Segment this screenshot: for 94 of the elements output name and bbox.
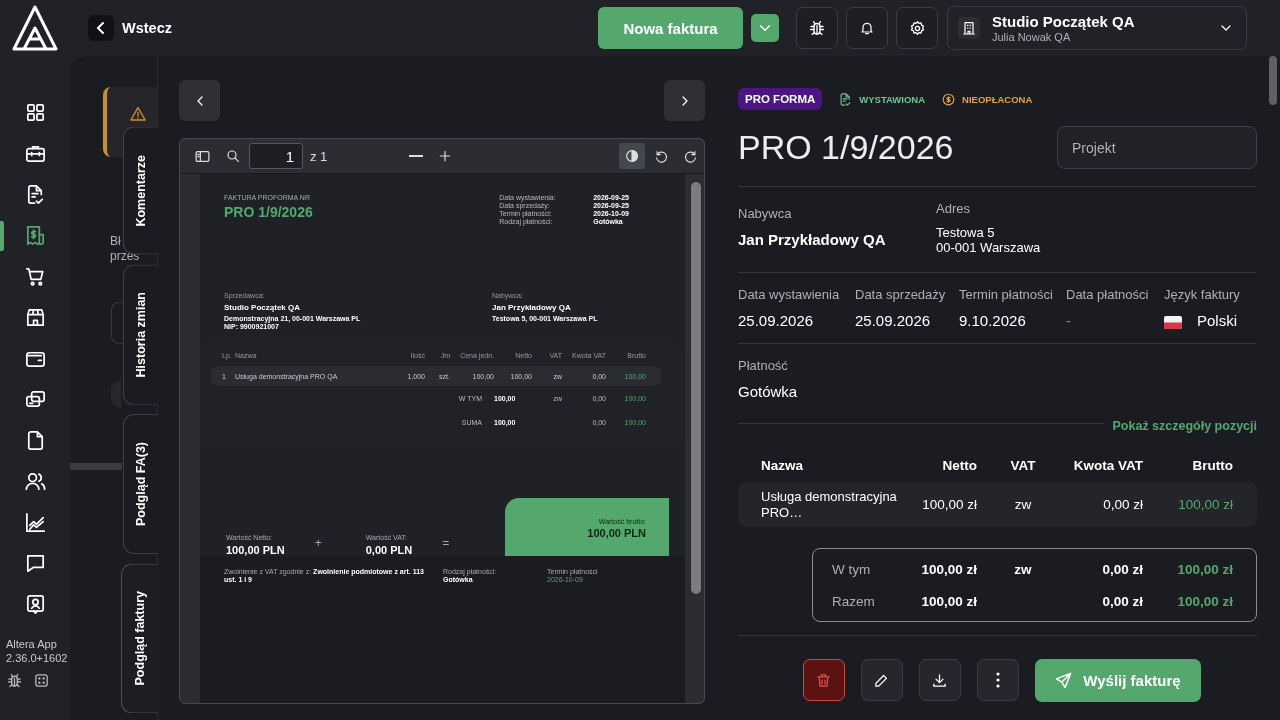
- trash-icon: [815, 671, 832, 689]
- table-cell-text: Usługa demonstracyjna PRO…: [761, 488, 898, 521]
- table-cell-text: 100,00 zł: [1177, 497, 1233, 512]
- total-value: 100,00 PLN: [226, 544, 285, 556]
- app-name: Altera App: [6, 637, 58, 651]
- download-icon: [931, 671, 948, 689]
- column-header: Nazwa: [761, 457, 805, 473]
- bug-icon: [808, 19, 826, 37]
- column-header: Brutto: [1191, 457, 1233, 473]
- rotate-right-button[interactable]: [683, 148, 698, 164]
- buyer-name: Jan Przykładowy QA: [738, 231, 887, 248]
- download-button[interactable]: [918, 659, 961, 701]
- table-cell-text: 100,00 zł: [920, 593, 977, 609]
- invoice-number: PRO 1/9/2026: [738, 128, 954, 167]
- field-label: Nabywca: [738, 206, 793, 221]
- logo-icon: [12, 5, 58, 51]
- summary-label: Razem: [832, 593, 876, 609]
- field-label: Adres: [936, 201, 971, 216]
- party-name: Studio Początek QA: [224, 303, 301, 312]
- field-value: Polski: [1197, 312, 1237, 329]
- field-label: Płatność: [738, 358, 789, 373]
- company-selector[interactable]: Studio Początek QA Julia Nowak QA: [947, 6, 1247, 50]
- field-value: 25.09.2026: [855, 312, 932, 329]
- settings-icon: [908, 19, 926, 37]
- table-cell-text: 0,00 zł: [1102, 497, 1143, 512]
- field-label: Data wystawienia: [738, 287, 841, 302]
- flag-icon: [1164, 315, 1182, 329]
- dice-icon: [33, 672, 50, 689]
- status-label: WYSTAWIONA: [859, 93, 926, 105]
- bug-icon: [6, 672, 23, 689]
- status-label: NIEOPŁACONA: [962, 93, 1033, 105]
- side-tab[interactable]: Podgląd FA(3): [123, 414, 158, 554]
- notifications-button[interactable]: [846, 7, 888, 49]
- bell-icon: [859, 20, 875, 36]
- send-icon: [1054, 671, 1074, 690]
- buyer-address: Testowa 5 00-001 Warszawa: [936, 225, 1042, 255]
- field-label: Język faktury: [1164, 287, 1241, 302]
- search-button[interactable]: [225, 148, 241, 164]
- column-header: Netto: [941, 457, 977, 473]
- warning-icon: [129, 105, 147, 123]
- building-icon: [961, 20, 977, 36]
- plus-sign: +: [314, 536, 322, 550]
- party-name: Jan Przykładowy QA: [492, 303, 572, 312]
- dropdown-button[interactable]: [751, 14, 779, 42]
- table-cell-text: 0,00 zł: [1101, 561, 1143, 577]
- total-value: 0,00 PLN: [365, 544, 413, 556]
- table-cell-text: zw: [1013, 497, 1033, 512]
- contrast-button[interactable]: [619, 143, 645, 169]
- search-icon: [225, 148, 241, 164]
- bug-button[interactable]: [796, 7, 838, 49]
- page-number-field[interactable]: 1: [249, 143, 303, 169]
- settings-button[interactable]: [896, 7, 938, 49]
- details-link[interactable]: Pokaż szczegóły pozycji: [1112, 419, 1257, 433]
- app-version: 2.36.0+1602: [6, 651, 69, 665]
- bug-report-button[interactable]: [6, 672, 23, 689]
- rotate-right-icon: [683, 148, 698, 164]
- column-header: VAT: [1009, 457, 1037, 473]
- table-cell-text: zw: [1013, 561, 1033, 577]
- table-cell-text: 100,00 zł: [1176, 561, 1233, 577]
- users-icon: [23, 470, 47, 493]
- back-button[interactable]: Wstecz: [88, 15, 172, 41]
- summary-label: W tym: [832, 561, 872, 577]
- more-icon: [995, 672, 1000, 688]
- field-label: Data płatności: [1066, 287, 1150, 302]
- table-cell-text: 100,00 zł: [921, 497, 977, 512]
- rotate-left-icon: [654, 148, 669, 164]
- invoice-number: PRO 1/9/2026: [224, 204, 313, 220]
- field-label: Termin płatności: [959, 287, 1054, 302]
- chart-icon: [23, 511, 47, 534]
- status-badge: PRO FORMA: [738, 88, 823, 110]
- edit-button[interactable]: [860, 659, 903, 701]
- table-cell-text: 100,00 zł: [1176, 593, 1233, 609]
- field-value: -: [1066, 312, 1072, 329]
- table-cell-text: 100,00 zł: [920, 561, 977, 577]
- field-label: Data sprzedaży: [855, 287, 947, 302]
- project-field[interactable]: Projekt: [1057, 126, 1257, 169]
- side-tab[interactable]: Historia zmian: [123, 263, 158, 405]
- field-value: Gotówka: [738, 383, 799, 400]
- delete-button[interactable]: [802, 659, 845, 701]
- equals-sign: =: [442, 536, 450, 550]
- coin-icon: [941, 91, 957, 107]
- table-cell-text: 0,00 zł: [1101, 593, 1143, 609]
- scrollbar: [1269, 56, 1277, 105]
- chevron-left-icon: [88, 15, 114, 41]
- side-tab[interactable]: Podgląd faktury: [121, 563, 158, 714]
- field-value: 9.10.2026: [959, 312, 1027, 329]
- column-header: Kwota VAT: [1072, 457, 1143, 473]
- rotate-left-button[interactable]: [654, 148, 669, 164]
- contrast-icon: [624, 148, 640, 164]
- field-value: 25.09.2026: [738, 312, 815, 329]
- minus-icon: [409, 155, 424, 157]
- dice-button[interactable]: [33, 672, 50, 689]
- horizontal-scrollbar: [70, 463, 122, 470]
- page-count: z 1: [310, 148, 328, 164]
